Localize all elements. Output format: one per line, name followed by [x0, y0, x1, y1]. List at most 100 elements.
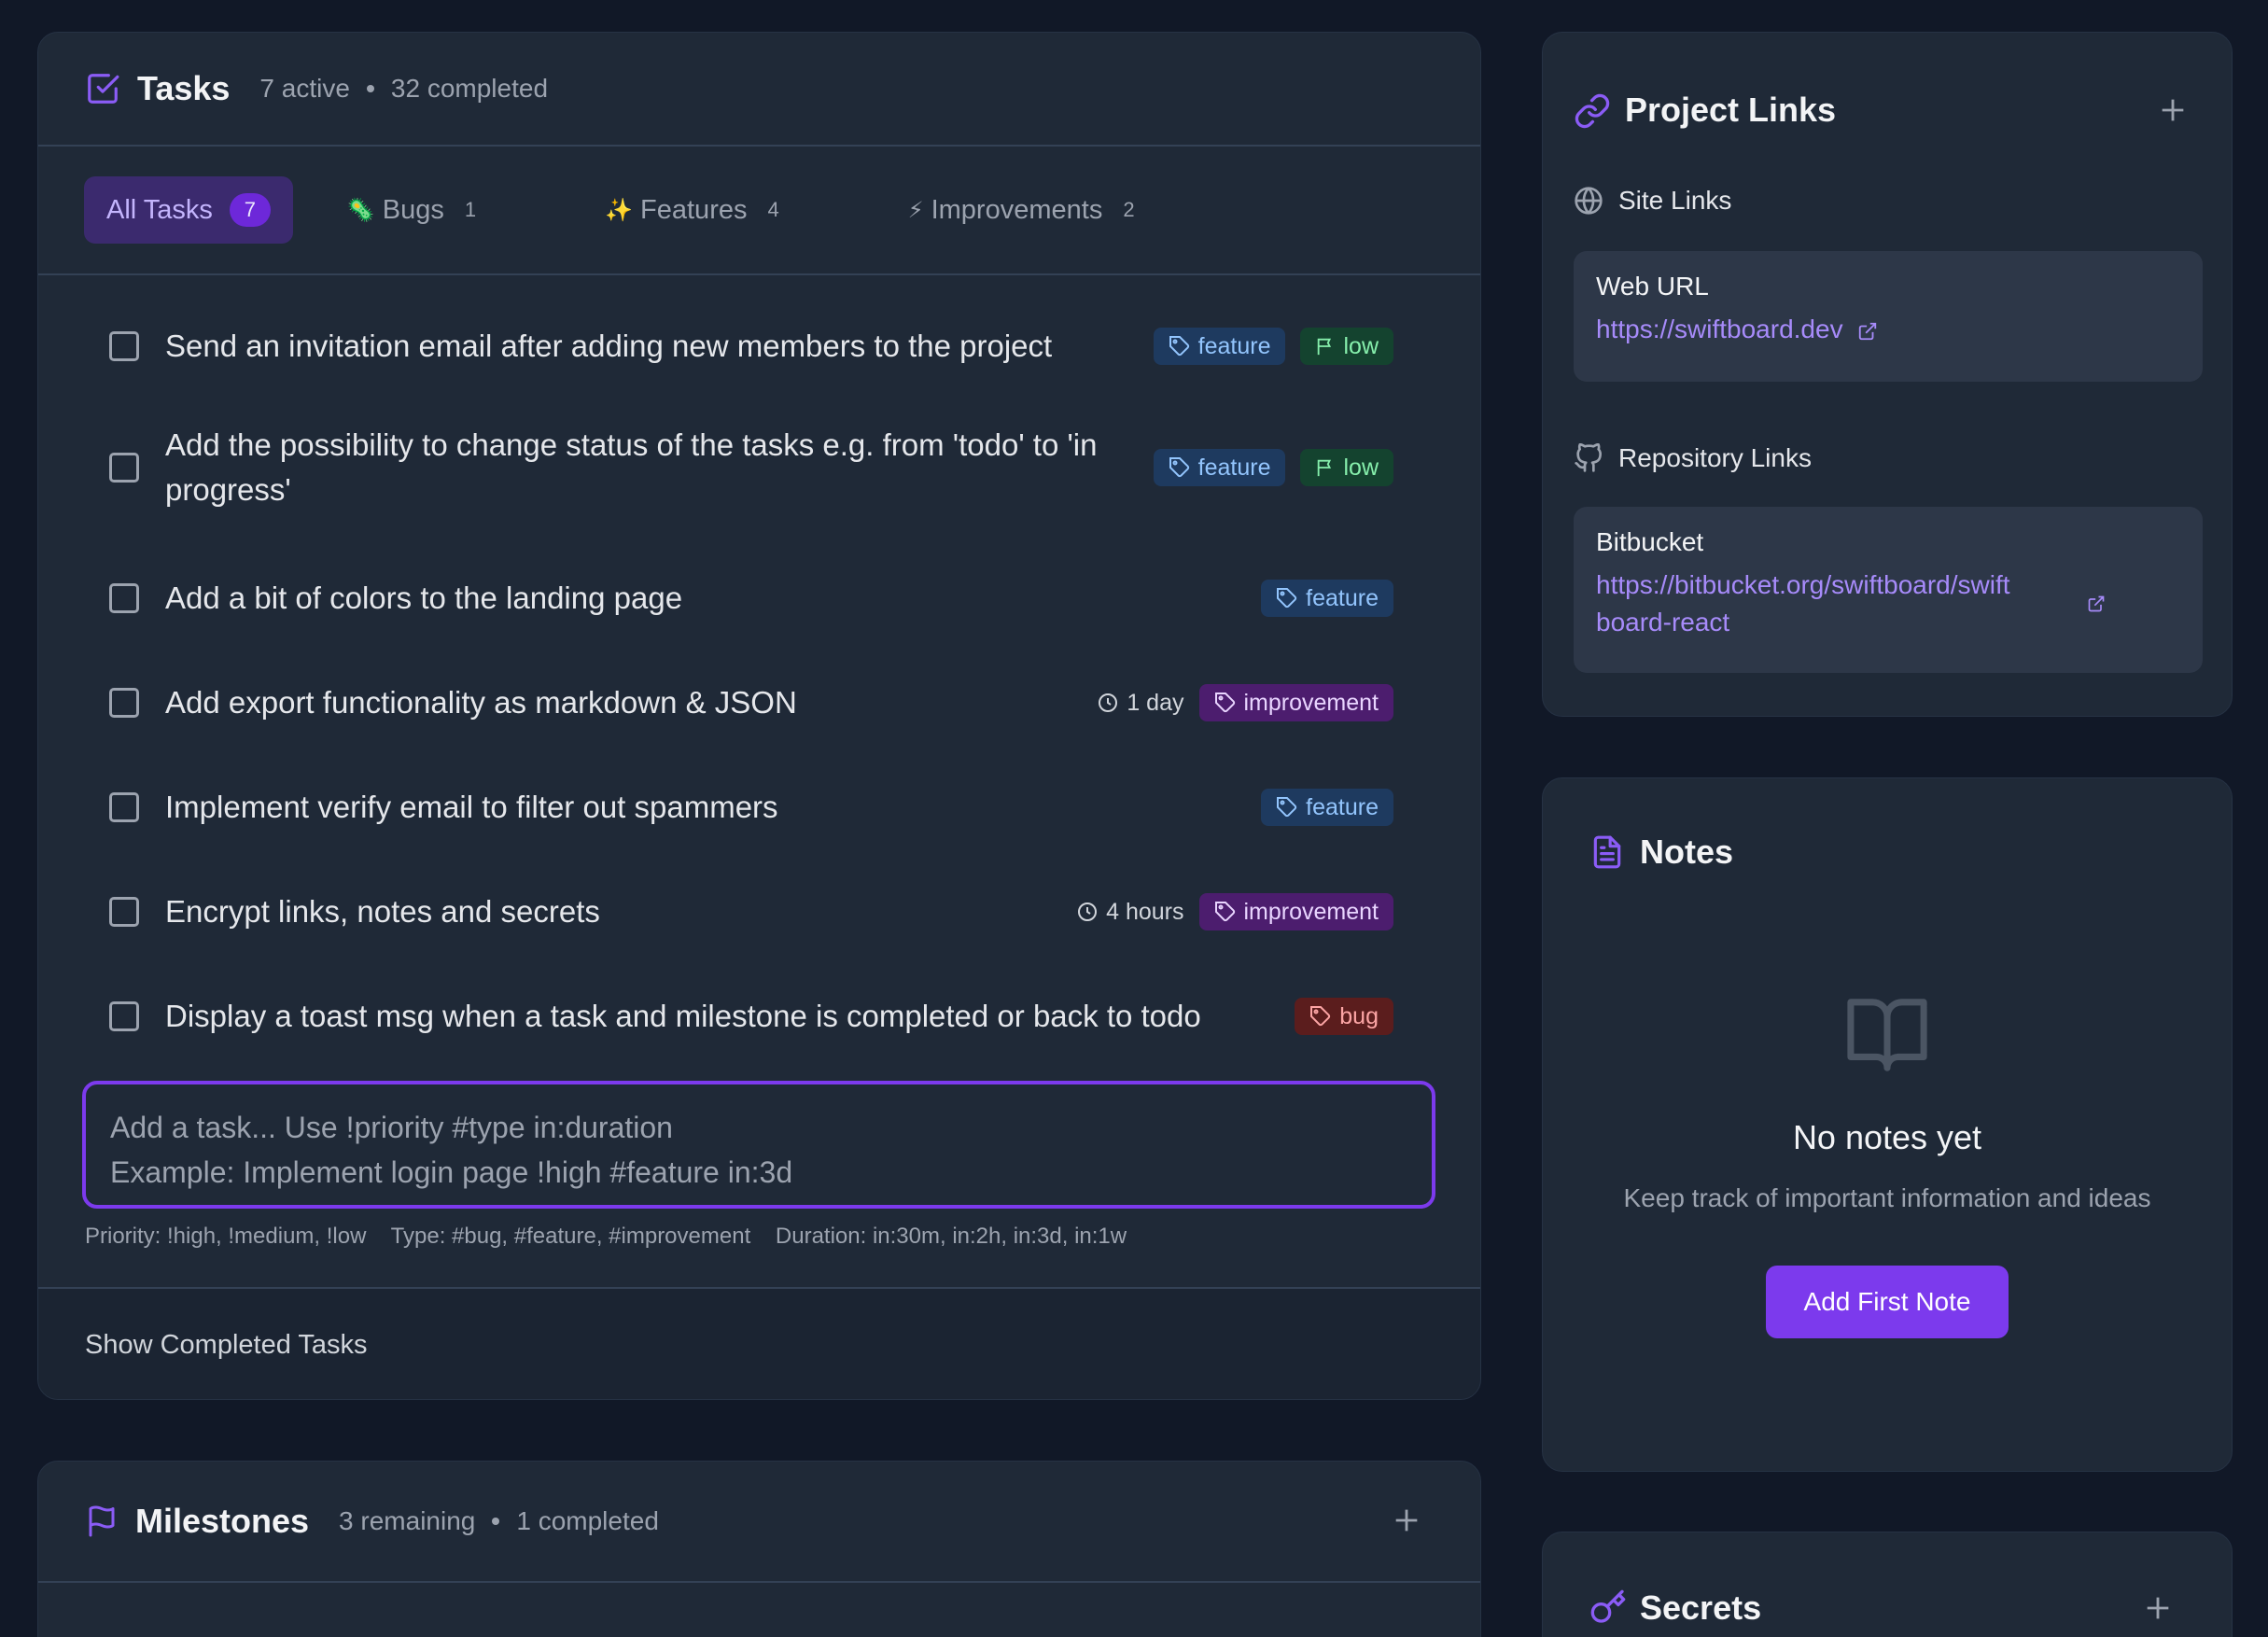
notes-title: Notes [1640, 832, 1734, 871]
add-first-note-button[interactable]: Add First Note [1766, 1266, 2009, 1338]
tasks-active-count: 7 active [259, 74, 350, 103]
repository-links-label: Repository Links [1574, 443, 1812, 473]
add-secret-button[interactable] [2142, 1592, 2174, 1629]
tasks-header: Tasks 7 active 32 completed [38, 33, 1480, 147]
milestones-header: Milestones 3 remaining 1 completed [38, 1462, 1480, 1583]
task-checkbox[interactable] [109, 792, 139, 822]
task-row: Add the possibility to change status of … [109, 423, 1393, 512]
task-text[interactable]: Implement verify email to filter out spa… [165, 785, 1261, 830]
milestones-completed: 1 completed [516, 1506, 659, 1535]
tab-improvements[interactable]: ⚡ Improvements 2 [886, 176, 1157, 244]
add-link-button[interactable] [2157, 94, 2189, 131]
separator-dot [366, 85, 374, 92]
link-name: Bitbucket [1596, 527, 1704, 556]
link-url[interactable]: https://bitbucket.org/swiftboard/swift b… [1596, 567, 2180, 641]
link-url[interactable]: https://swiftboard.dev [1596, 311, 2180, 348]
section-label-text: Repository Links [1618, 443, 1812, 472]
tab-label: Improvements [931, 194, 1103, 225]
task-checkbox[interactable] [109, 331, 139, 361]
task-checkbox[interactable] [109, 688, 139, 718]
task-checkbox[interactable] [109, 583, 139, 613]
notes-card: Notes No notes yet Keep track of importa… [1542, 777, 2233, 1472]
plus-icon [2147, 1597, 2169, 1619]
tag-label: improvement [1243, 898, 1379, 925]
input-placeholder-line1: Add a task... Use !priority #type in:dur… [110, 1111, 673, 1144]
repository-link-item: Bitbucket https://bitbucket.org/swiftboa… [1574, 507, 2203, 673]
tag-badge: improvement [1198, 893, 1393, 930]
tag-label: bug [1339, 1002, 1379, 1029]
duration-estimate: 1 day [1097, 689, 1184, 717]
tab-bugs[interactable]: 🦠 Bugs 1 [325, 176, 498, 244]
clock-icon [1078, 902, 1098, 921]
milestones-title: Milestones [135, 1502, 310, 1540]
plus-icon [1395, 1509, 1418, 1532]
syntax-hint: Priority: !high, !medium, !low Type: #bu… [85, 1224, 1145, 1250]
hint-duration: Duration: in:30m, in:2h, in:3d, in:1w [775, 1224, 1127, 1249]
task-checkbox[interactable] [109, 453, 139, 483]
external-link-icon [2088, 595, 2105, 612]
task-text[interactable]: Send an invitation email after adding ne… [165, 324, 1154, 369]
key-icon [1589, 1588, 1627, 1626]
tag-badge: feature [1261, 580, 1393, 617]
empty-notes-illustration [1543, 995, 2232, 1080]
priority-badge: low [1300, 328, 1393, 365]
duration-label: 1 day [1127, 689, 1184, 716]
project-links-title: Project Links [1625, 91, 1837, 129]
tag-badge: feature [1153, 449, 1286, 486]
task-filter-tabs: All Tasks 7 🦠 Bugs 1 ✨ Features 4 ⚡ Impr… [38, 147, 1480, 275]
tab-features[interactable]: ✨ Features 4 [582, 176, 802, 244]
priority-label: low [1343, 332, 1379, 359]
project-links-card: Project Links Site Links Web URL https:/… [1542, 32, 2233, 717]
tag-badge: feature [1261, 789, 1393, 826]
duration-label: 4 hours [1106, 898, 1184, 925]
link-url-text[interactable]: https://bitbucket.org/swiftboard/swift [1596, 567, 2081, 604]
tasks-card: Tasks 7 active 32 completed All Tasks 7 … [37, 32, 1481, 1400]
tab-count: 2 [1123, 198, 1135, 221]
tab-count-badge: 7 [229, 193, 271, 227]
tag-badge: bug [1295, 998, 1393, 1035]
tag-label: feature [1197, 454, 1271, 481]
github-icon [1575, 443, 1602, 472]
task-checkbox[interactable] [109, 1001, 139, 1031]
section-label-text: Site Links [1618, 186, 1732, 215]
tasks-title: Tasks [137, 69, 231, 107]
link-url-text[interactable]: https://swiftboard.dev [1596, 315, 1843, 343]
tag-icon [1277, 588, 1297, 609]
priority-label: low [1343, 454, 1379, 481]
show-completed-button[interactable]: Show Completed Tasks [38, 1287, 1480, 1399]
task-checkbox[interactable] [109, 897, 139, 927]
flag-icon [1318, 338, 1332, 356]
task-text[interactable]: Display a toast msg when a task and mile… [165, 994, 1295, 1039]
task-row: Encrypt links, notes and secrets 4 hours… [109, 889, 1393, 934]
lightning-icon: ⚡ [907, 197, 924, 223]
duration-estimate: 4 hours [1076, 898, 1184, 926]
tag-label: feature [1306, 793, 1379, 820]
tasks-completed-count: 32 completed [390, 74, 549, 103]
empty-notes-subtitle: Keep track of important information and … [1623, 1183, 2151, 1212]
link-icon [1574, 92, 1611, 130]
secrets-card: Secrets [1542, 1532, 2233, 1637]
task-row: Add a bit of colors to the landing page … [109, 576, 1393, 621]
tab-label: Bugs [382, 194, 444, 225]
tab-count: 1 [464, 198, 477, 221]
tab-label: Features [640, 194, 748, 225]
task-text[interactable]: Add the possibility to change status of … [165, 423, 1154, 512]
task-text[interactable]: Encrypt links, notes and secrets [165, 889, 1076, 934]
task-row: Display a toast msg when a task and mile… [109, 994, 1393, 1039]
task-text[interactable]: Add a bit of colors to the landing page [165, 576, 1261, 621]
add-task-input[interactable]: Add a task... Use !priority #type in:dur… [82, 1081, 1435, 1209]
link-url-text[interactable]: board-react [1596, 604, 2081, 641]
tag-badge: feature [1153, 328, 1286, 365]
tab-count: 4 [767, 198, 779, 221]
site-links-label: Site Links [1574, 186, 1731, 216]
input-placeholder-line2: Example: Implement login page !high #fea… [110, 1155, 793, 1189]
task-text[interactable]: Add export functionality as markdown & J… [165, 680, 1097, 725]
add-milestone-button[interactable] [1391, 1504, 1422, 1541]
tag-icon [1277, 797, 1297, 818]
flag-icon [1318, 459, 1332, 477]
hint-type: Type: #bug, #feature, #improvement [390, 1224, 751, 1249]
tab-all-tasks[interactable]: All Tasks 7 [84, 176, 293, 244]
globe-icon [1575, 187, 1603, 215]
tag-label: feature [1197, 332, 1271, 359]
hint-priority: Priority: !high, !medium, !low [85, 1224, 367, 1249]
